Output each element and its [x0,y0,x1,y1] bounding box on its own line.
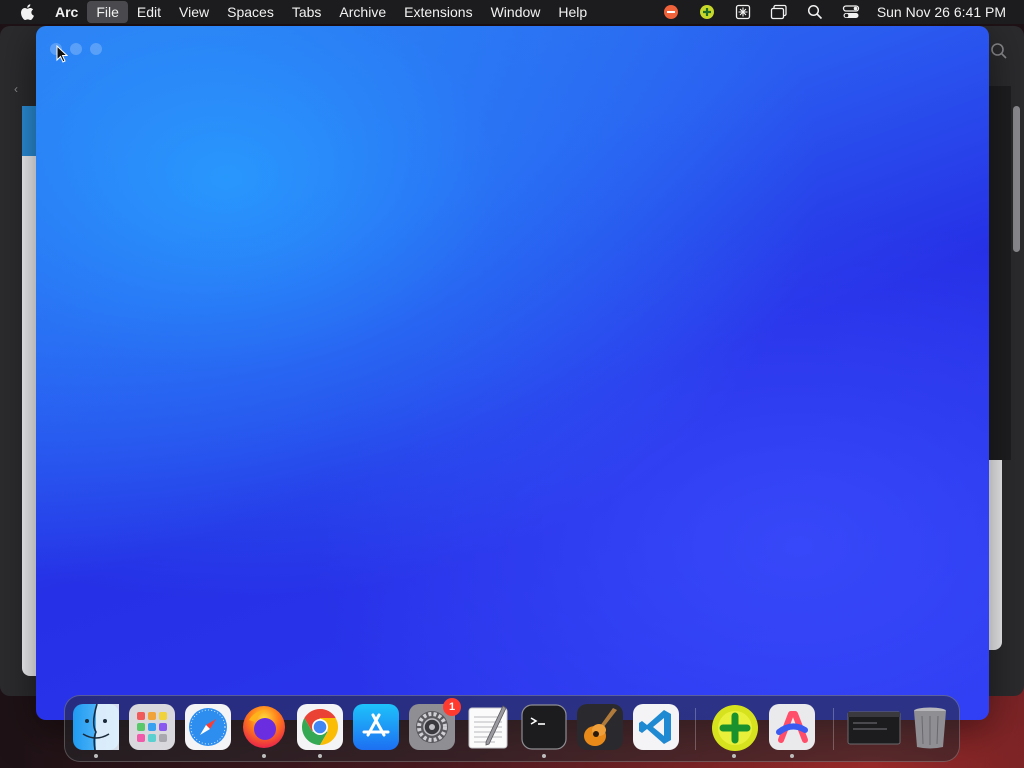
menu-bar-clock[interactable]: Sun Nov 26 6:41 PM [869,4,1024,20]
window-maximize-button[interactable] [90,43,102,55]
notification-badge: 1 [443,698,461,716]
chevron-left-icon[interactable]: ‹ [14,82,18,96]
terminal-icon [521,704,567,750]
dock-chrome[interactable] [297,704,343,758]
running-indicator [732,754,736,758]
chrome-icon [297,704,343,750]
trash-icon [914,707,946,749]
dock-launchpad[interactable] [129,704,175,750]
menu-archive[interactable]: Archive [330,1,395,23]
dock-arc[interactable] [769,704,815,758]
background-window-selection [22,106,36,156]
menu-tabs[interactable]: Tabs [283,1,331,23]
running-indicator [94,754,98,758]
menu-bar: Arc File Edit View Spaces Tabs Archive E… [0,0,1024,24]
control-center-icon[interactable] [837,0,865,24]
running-indicator [790,754,794,758]
menu-edit[interactable]: Edit [128,1,170,23]
firefox-icon [243,706,285,748]
dock-app-store[interactable] [353,704,399,750]
scrollbar-thumb[interactable] [1013,106,1020,252]
background-window-sidebar [22,106,36,676]
menu-window[interactable]: Window [482,1,550,23]
running-indicator [542,754,546,758]
menu-help[interactable]: Help [549,1,596,23]
menu-extensions[interactable]: Extensions [395,1,481,23]
game-controller-icon[interactable] [729,0,757,24]
running-indicator [262,754,266,758]
dock: 1 [64,695,960,762]
menu-file[interactable]: File [87,1,128,23]
finder-icon [73,703,119,751]
mouse-cursor-icon [56,45,68,63]
dock-firefox[interactable] [241,704,287,758]
window-mirroring-icon[interactable] [765,0,793,24]
add-plus-icon [712,705,758,751]
dock-safari[interactable] [185,704,231,750]
apple-menu-icon[interactable] [16,0,38,24]
dock-system-settings[interactable]: 1 [409,698,461,750]
add-plus-circle-icon[interactable] [693,0,721,24]
background-window-right-panel [988,86,1011,460]
dock-terminal[interactable] [521,704,567,758]
dock-minimized-window[interactable] [847,704,901,750]
safari-icon [185,704,231,750]
search-icon[interactable] [990,42,1008,60]
garageband-icon [577,704,623,750]
window-thumbnail-icon [847,711,901,745]
dock-garageband[interactable] [577,704,623,750]
spotlight-search-icon[interactable] [801,0,829,24]
menu-view[interactable]: View [170,1,218,23]
launchpad-icon [129,704,175,750]
menu-spaces[interactable]: Spaces [218,1,283,23]
record-stop-icon[interactable] [657,0,685,24]
dock-separator [695,708,696,750]
running-indicator [318,754,322,758]
window-minimize-button[interactable] [70,43,82,55]
dock-add-app[interactable] [711,704,758,758]
dock-textedit[interactable] [465,704,511,750]
arc-icon [769,704,815,750]
dock-separator [833,708,834,750]
dock-vscode[interactable] [633,704,679,750]
textedit-icon [468,705,508,749]
arc-browser-window[interactable] [36,26,989,720]
vscode-icon [633,704,679,750]
dock-trash[interactable] [907,704,953,750]
dock-finder[interactable] [73,703,119,758]
background-window-right-content [988,460,1002,650]
menu-app-name[interactable]: Arc [46,1,87,23]
app-store-icon [353,704,399,750]
